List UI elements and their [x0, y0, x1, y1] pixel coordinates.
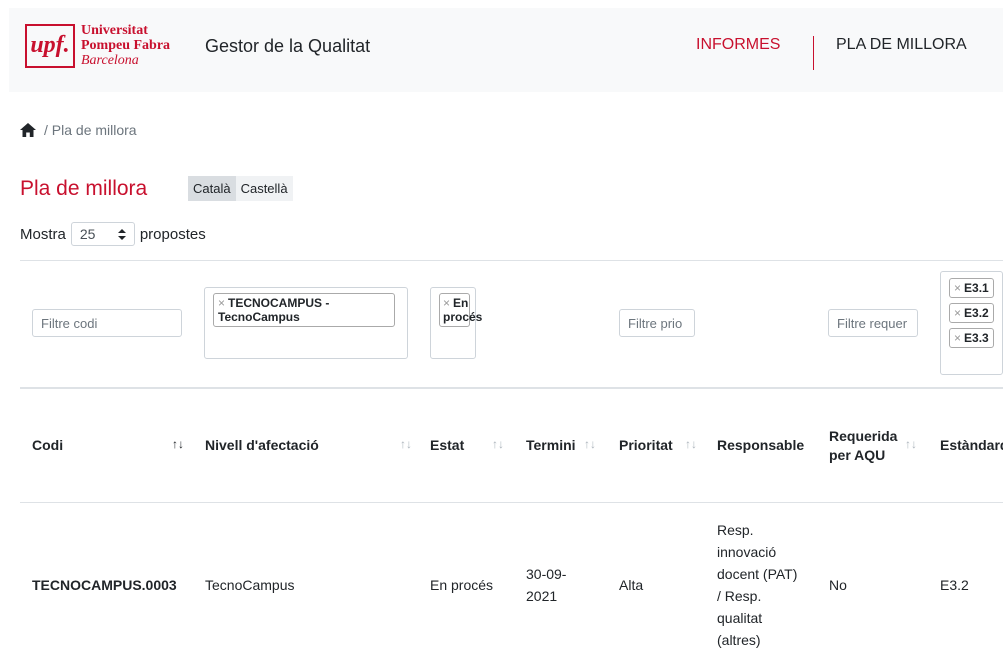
row-estandard: E3.2	[940, 577, 969, 593]
filter-estandard-select[interactable]: × E3.1 × E3.2 × E3.3	[940, 271, 1003, 375]
filter-estat-chip[interactable]: × En procés	[439, 293, 482, 327]
col-estandard-header[interactable]: Estàndard	[940, 436, 1003, 455]
row-nivell: TecnoCampus	[205, 577, 295, 593]
close-icon[interactable]: ×	[954, 281, 961, 295]
row-estat: En procés	[430, 577, 494, 593]
chip-label: E3.1	[964, 281, 989, 295]
close-icon[interactable]: ×	[954, 331, 961, 345]
page-size-control: Mostra 25 propostes	[20, 222, 206, 246]
col-estat-header[interactable]: Estat	[430, 436, 464, 455]
breadcrumb-current: Pla de millora	[51, 122, 137, 138]
nav-pla-de-millora[interactable]: PLA DE MILLORA	[836, 36, 967, 54]
page-size-select[interactable]: 25	[70, 222, 135, 246]
upf-logo[interactable]: upf. Universitat Pompeu Fabra Barcelona	[25, 23, 170, 68]
top-header: upf. Universitat Pompeu Fabra Barcelona …	[9, 8, 1003, 92]
app-title[interactable]: Gestor de la Qualitat	[205, 36, 370, 57]
nav-separator	[813, 36, 814, 70]
lang-castella-button[interactable]: Castellà	[235, 176, 293, 201]
updown-icon	[117, 228, 126, 240]
filter-nivell-chip[interactable]: × TECNOCAMPUS - TecnoCampus	[213, 293, 395, 327]
sort-arrows-icon[interactable]: ↑↓	[492, 437, 504, 451]
chip-label: E3.2	[964, 306, 989, 320]
col-requerida-header[interactable]: Requerida per AQU	[829, 427, 909, 465]
sort-arrows-icon[interactable]: ↑↓	[685, 437, 697, 451]
row-codi[interactable]: TECNOCAMPUS.0003	[32, 574, 177, 596]
sort-arrows-icon[interactable]: ↑↓	[584, 437, 596, 451]
col-nivell-header[interactable]: Nivell d'afectació	[205, 436, 319, 455]
header-row-divider	[20, 502, 1003, 503]
language-toggle: Català Castellà	[188, 176, 293, 201]
divider	[20, 260, 1003, 261]
home-icon[interactable]	[20, 123, 36, 137]
logo-mark: upf.	[25, 23, 75, 68]
filter-requerida-input[interactable]: Filtre requer	[828, 309, 918, 337]
logo-line2: Pompeu Fabra	[81, 38, 171, 53]
table-divider	[20, 387, 1003, 389]
nav-informes[interactable]: INFORMES	[696, 36, 780, 54]
logo-text: Universitat Pompeu Fabra Barcelona	[81, 23, 170, 68]
filter-prioritat-input[interactable]: Filtre prio	[619, 309, 695, 337]
breadcrumb-separator: /	[44, 122, 52, 138]
filter-nivell-select[interactable]: × TECNOCAMPUS - TecnoCampus	[204, 287, 408, 359]
sort-arrows-icon[interactable]: ↑↓	[172, 437, 184, 451]
col-codi-header[interactable]: Codi	[32, 436, 63, 455]
logo-line3: Barcelona	[81, 53, 139, 68]
row-termini: 30-09-2021	[526, 566, 567, 604]
page-title: Pla de millora	[20, 177, 148, 200]
filter-estandard-chip-2[interactable]: × E3.2	[949, 303, 994, 323]
chip-label: E3.3	[964, 331, 989, 345]
col-prioritat-header[interactable]: Prioritat	[619, 436, 673, 455]
lang-catala-button[interactable]: Català	[188, 176, 236, 201]
page-size-value: 25	[79, 226, 96, 242]
filter-estandard-chip-1[interactable]: × E3.1	[949, 278, 994, 298]
filter-estandard-chip-3[interactable]: × E3.3	[949, 328, 994, 348]
row-requerida: No	[829, 577, 847, 593]
filter-nivell-chip-label: TECNOCAMPUS - TecnoCampus	[218, 296, 330, 324]
row-responsable: Resp. innovació docent (PAT) / Resp. qua…	[717, 522, 798, 648]
close-icon[interactable]: ×	[954, 306, 961, 320]
sort-arrows-icon[interactable]: ↑↓	[400, 437, 412, 451]
filter-estat-select[interactable]: × En procés	[430, 287, 482, 359]
page-size-suffix: propostes	[139, 225, 206, 243]
col-responsable-header[interactable]: Responsable	[717, 436, 804, 455]
close-icon[interactable]: ×	[443, 296, 450, 310]
col-termini-header[interactable]: Termini	[526, 436, 576, 455]
page-size-prefix: Mostra	[20, 225, 66, 243]
row-prioritat: Alta	[619, 577, 644, 593]
breadcrumb: / Pla de millora	[20, 122, 137, 138]
filter-codi-input[interactable]: Filtre codi	[32, 309, 182, 337]
close-icon[interactable]: ×	[218, 296, 225, 310]
sort-arrows-icon[interactable]: ↑↓	[905, 437, 917, 451]
logo-line1: Universitat	[81, 23, 148, 38]
